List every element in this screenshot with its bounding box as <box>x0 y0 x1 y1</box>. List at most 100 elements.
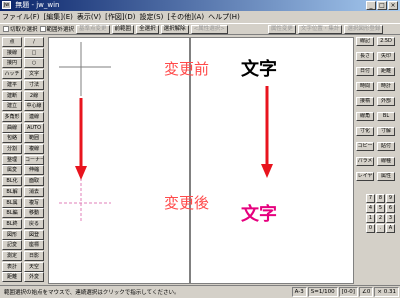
left-cmd-10-1[interactable]: 複線 <box>24 144 44 154</box>
left-cmd-4-0[interactable]: 建平 <box>2 79 22 90</box>
select-all-button[interactable]: 全選択 <box>136 24 159 34</box>
right-cmd-4-1[interactable]: 外部 <box>377 97 395 106</box>
left-cmd-10-0[interactable]: 分割 <box>2 144 22 154</box>
left-cmd-1-1[interactable]: □ <box>24 47 44 58</box>
left-cmd-22-0[interactable]: 距離 <box>2 272 22 283</box>
drawing-canvas[interactable]: 変更前 変更後 文字 文字 <box>48 37 354 284</box>
attribute-change-button[interactable]: 属性変更 <box>267 24 296 34</box>
right-cmd-8-1[interactable]: 線種 <box>377 157 395 166</box>
left-cmd-5-1[interactable]: 2線 <box>24 90 44 101</box>
left-cmd-11-0[interactable]: 整理 <box>2 154 22 165</box>
prev-range-button[interactable]: 前範囲 <box>111 24 135 34</box>
left-cmd-18-1[interactable]: 図登 <box>24 229 44 240</box>
left-cmd-12-0[interactable]: 属変 <box>2 165 22 176</box>
left-cmd-7-1[interactable]: 連線 <box>24 111 44 122</box>
left-cmd-17-0[interactable]: BL終 <box>2 218 22 229</box>
attribute-select-button[interactable]: <属性選択> <box>190 24 228 34</box>
numpad-key-0[interactable]: 7 <box>366 194 375 203</box>
right-cmd-6-0[interactable]: 寸化 <box>356 127 374 136</box>
left-cmd-13-0[interactable]: BL化 <box>2 176 22 187</box>
right-cmd-9-1[interactable]: 属性 <box>377 172 395 181</box>
left-cmd-6-1[interactable]: 中心線 <box>24 101 44 112</box>
jw-app-icon[interactable]: jw <box>2 1 11 9</box>
menu-draw[interactable]: [作図](D) <box>105 12 135 22</box>
left-cmd-21-1[interactable]: 天空 <box>24 261 44 272</box>
numpad-key-11[interactable]: A <box>386 224 395 233</box>
left-cmd-9-0[interactable]: 包絡 <box>2 133 22 144</box>
left-cmd-15-0[interactable]: BL属 <box>2 197 22 208</box>
menu-file[interactable]: ファイル(F) <box>2 12 40 22</box>
text-position-button[interactable]: 文字位置・集計 <box>297 24 343 34</box>
numpad-key-10[interactable]: . <box>376 224 385 233</box>
right-cmd-1-1[interactable]: 矢印 <box>377 52 395 61</box>
right-cmd-5-0[interactable]: 線角 <box>356 112 374 121</box>
left-cmd-7-0[interactable]: 多角形 <box>2 111 22 122</box>
layer-indicator[interactable]: A-3 <box>291 287 307 297</box>
right-cmd-1-0[interactable]: 長さ <box>356 52 374 61</box>
numpad-key-2[interactable]: 9 <box>386 194 395 203</box>
left-cmd-1-0[interactable]: 接線 <box>2 47 22 58</box>
numpad-key-5[interactable]: 6 <box>386 204 395 213</box>
register-shape-button[interactable]: 選択図形登録 <box>344 24 384 34</box>
left-cmd-8-0[interactable]: 曲線 <box>2 122 22 133</box>
right-cmd-7-1[interactable]: 貼付 <box>377 142 395 151</box>
ratio-indicator[interactable]: × 0.31 <box>374 287 399 297</box>
right-cmd-0-0[interactable]: 線記 <box>356 37 374 46</box>
right-cmd-9-0[interactable]: レイヤ <box>356 172 374 181</box>
right-cmd-2-1[interactable]: 距離 <box>377 67 395 76</box>
scale-indicator[interactable]: S=1/100 <box>307 287 338 297</box>
left-cmd-21-0[interactable]: 表計 <box>2 261 22 272</box>
left-cmd-16-0[interactable]: BL編 <box>2 208 22 219</box>
left-cmd-20-0[interactable]: 測定 <box>2 251 22 261</box>
left-cmd-4-1[interactable]: 寸法 <box>24 79 44 90</box>
left-cmd-2-0[interactable]: 接円 <box>2 58 22 69</box>
outside-select-checkbox[interactable]: 範囲外選択 <box>39 25 74 33</box>
numpad-key-4[interactable]: 5 <box>376 204 385 213</box>
left-cmd-2-1[interactable]: ○ <box>24 58 44 69</box>
left-cmd-3-1[interactable]: 文字 <box>24 69 44 80</box>
angle-indicator[interactable]: ∠0 <box>358 287 374 297</box>
left-cmd-22-1[interactable]: 外変 <box>24 272 44 283</box>
right-cmd-2-0[interactable]: 日付 <box>356 67 374 76</box>
numpad-key-3[interactable]: 4 <box>366 204 375 213</box>
numpad-key-9[interactable]: 0 <box>366 224 375 233</box>
left-cmd-20-1[interactable]: 日影 <box>24 251 44 261</box>
left-cmd-19-1[interactable]: 座標 <box>24 240 44 251</box>
right-cmd-6-1[interactable]: 寸解 <box>377 127 395 136</box>
close-button[interactable]: × <box>388 1 398 10</box>
left-cmd-8-1[interactable]: AUTO <box>24 122 44 133</box>
right-cmd-3-0[interactable]: 時間 <box>356 82 374 91</box>
left-cmd-12-1[interactable]: 伸縮 <box>24 165 44 176</box>
left-cmd-0-0[interactable]: 点 <box>2 37 22 47</box>
right-cmd-3-1[interactable]: 時計 <box>377 82 395 91</box>
cut-select-checkbox[interactable]: 切取り選択 <box>3 25 38 33</box>
left-cmd-6-0[interactable]: 建立 <box>2 101 22 112</box>
left-cmd-14-1[interactable]: 消去 <box>24 186 44 197</box>
left-cmd-19-0[interactable]: 記変 <box>2 240 22 251</box>
left-cmd-3-0[interactable]: ハッチ <box>2 69 22 80</box>
right-cmd-5-1[interactable]: BL <box>377 112 395 121</box>
left-cmd-17-1[interactable]: 戻る <box>24 218 44 229</box>
minimize-button[interactable]: _ <box>366 1 376 10</box>
menu-edit[interactable]: [編集](E) <box>44 12 73 22</box>
right-cmd-7-0[interactable]: コピー <box>356 142 374 151</box>
left-cmd-5-0[interactable]: 建断 <box>2 90 22 101</box>
right-cmd-4-0[interactable]: 接楕 <box>356 97 374 106</box>
right-cmd-8-0[interactable]: パラメ <box>356 157 374 166</box>
left-cmd-14-0[interactable]: BL解 <box>2 186 22 197</box>
maximize-button[interactable]: □ <box>377 1 387 10</box>
left-cmd-15-1[interactable]: 複写 <box>24 197 44 208</box>
base-point-button[interactable]: 基準点変更 <box>76 24 110 34</box>
menu-help[interactable]: ヘルプ(H) <box>208 12 240 22</box>
left-cmd-18-0[interactable]: 図形 <box>2 229 22 240</box>
left-cmd-0-1[interactable]: / <box>24 37 44 47</box>
numpad-key-7[interactable]: 2 <box>376 214 385 223</box>
deselect-button[interactable]: 選択解除 <box>160 24 189 34</box>
menu-view[interactable]: 表示(V) <box>77 12 101 22</box>
menu-other[interactable]: [その他](A) <box>167 12 204 22</box>
numpad-key-6[interactable]: 1 <box>366 214 375 223</box>
numpad-key-8[interactable]: 3 <box>386 214 395 223</box>
menu-settings[interactable]: 設定(S) <box>139 12 163 22</box>
left-cmd-9-1[interactable]: 範囲 <box>24 133 44 144</box>
left-cmd-11-1[interactable]: コーナー <box>24 154 44 165</box>
